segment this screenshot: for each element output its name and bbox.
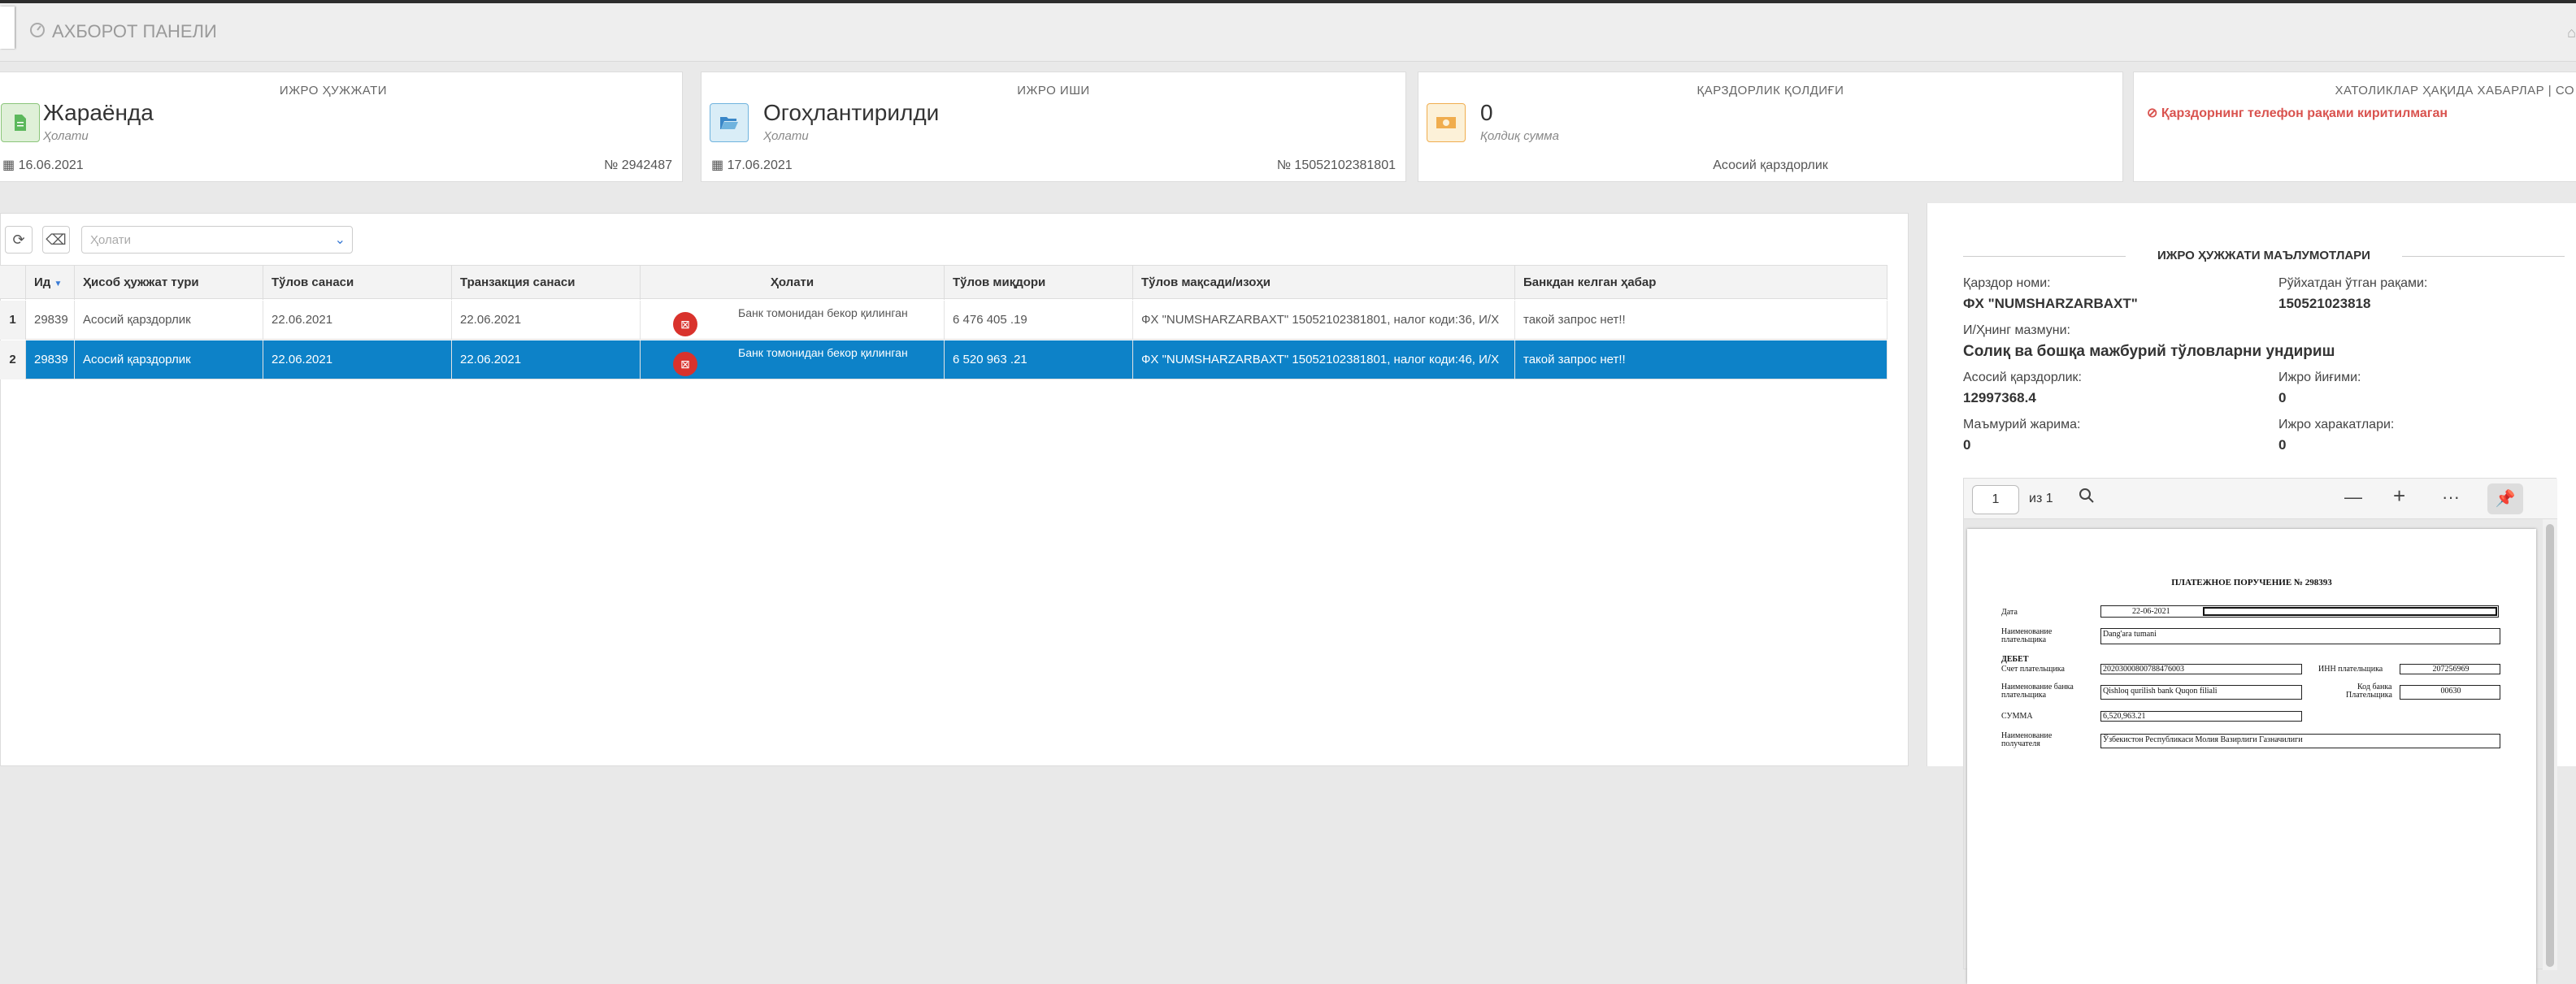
page-title: АХБОРОТ ПАНЕЛИ [29, 21, 217, 42]
dashboard-icon [29, 21, 46, 42]
cancelled-icon: ⊠ [673, 312, 697, 336]
pdf-page: ПЛАТЕЖНОЕ ПОРУЧЕНИЕ № 298393 Дата 22-06-… [1967, 529, 2536, 984]
sort-desc-icon: ▼ [54, 280, 63, 288]
content-value: Солиқ ва бошқа мажбурий тўловларни ундир… [1963, 343, 2335, 360]
card-footer: Асосий қарздорлик [1713, 158, 1828, 172]
fee-value: 0 [2278, 390, 2287, 405]
error-message: ⊘ Қарздорнинг телефон рақами киритилмага… [2147, 106, 2448, 120]
actions-value: 0 [2278, 437, 2287, 453]
content-label: И/Ҳнинг мазмуни: [1963, 323, 2070, 337]
cell-type: Асосий қарздорлик [75, 301, 263, 340]
col-header-type[interactable]: Ҳисоб ҳужжат тури [75, 266, 263, 300]
pin-icon[interactable]: 📌 [2487, 483, 2523, 514]
page-count: из 1 [2029, 492, 2053, 505]
card-value: 0 [1480, 100, 1493, 125]
page-header: АХБОРОТ ПАНЕЛИ ⌂ [0, 3, 2576, 62]
row-number-header [0, 266, 26, 300]
table-header: Ид ▼ Ҳисоб ҳужжат тури Тўлов санаси Тран… [0, 265, 1887, 300]
main-debt-value: 12997368.4 [1963, 390, 2036, 405]
status-filter-select[interactable]: Ҳолати ⌄ [81, 226, 353, 254]
fine-value: 0 [1963, 437, 1971, 453]
cell-id: 29839 [26, 340, 75, 379]
card-subtitle: Ҳолати [763, 129, 809, 143]
cell-bank-msg: такой запрос нет!! [1515, 340, 1887, 379]
card-value: Жараёнда [43, 100, 154, 125]
actions-label: Ижро харакатлари: [2278, 418, 2395, 431]
pdf-title: ПЛАТЕЖНОЕ ПОРУЧЕНИЕ № 298393 [2171, 578, 2332, 587]
card-title: ИЖРО ИШИ [1017, 84, 1090, 98]
reg-number-value: 150521023818 [2278, 296, 2371, 311]
pdf-toolbar: 1 из 1 — + ··· 📌 [1964, 479, 2557, 519]
cell-tr-date: 22.06.2021 [452, 301, 641, 340]
calendar-icon: ▦ [711, 158, 728, 172]
debtor-label: Қарздор номи: [1963, 276, 2051, 290]
cell-bank-msg: такой запрос нет!! [1515, 301, 1887, 340]
row-number: 1 [0, 301, 26, 340]
card-debt: ҚАРЗДОРЛИК ҚОЛДИҒИ 0 Қолдиқ сумма Асосий… [1418, 72, 2123, 182]
card-title: ҚАРЗДОРЛИК ҚОЛДИҒИ [1696, 84, 1844, 98]
cell-type: Асосий қарздорлик [75, 340, 263, 379]
col-header-tr-date[interactable]: Транзакция санаси [452, 266, 641, 300]
card-title: ХАТОЛИКЛАР ҲАҚИДА ХАБАРЛАР | СО [2335, 84, 2574, 98]
col-header-status[interactable]: Ҳолати [641, 266, 945, 300]
ban-icon: ⊘ [2147, 106, 2161, 120]
col-header-amount[interactable]: Тўлов миқдори [945, 266, 1133, 300]
details-section-header: ИЖРО ҲУЖЖАТИ МАЪЛУМОТЛАРИ [1963, 249, 2565, 265]
folder-open-icon [710, 103, 749, 142]
details-panel: ИЖРО ҲУЖЖАТИ МАЪЛУМОТЛАРИ Қарздор номи: … [1927, 203, 2576, 984]
card-subtitle: Қолдиқ сумма [1480, 129, 1559, 143]
cell-amount: 6 476 405 .19 [945, 301, 1133, 340]
table-row[interactable]: 2 29839 Асосий қарздорлик 22.06.2021 22.… [0, 340, 1887, 379]
cell-purpose: ФХ "NUMSHARZARBAXT" 15052102381801, нало… [1133, 301, 1515, 340]
home-icon[interactable]: ⌂ [2567, 24, 2576, 41]
card-date: ▦ 17.06.2021 [711, 158, 793, 172]
sidebar-toggle[interactable] [0, 7, 15, 49]
search-icon[interactable] [2078, 487, 2096, 509]
cell-id: 29839 [26, 301, 75, 340]
main-debt-label: Асосий қарздорлик: [1963, 371, 2082, 384]
card-subtitle: Ҳолати [43, 129, 89, 143]
cell-tr-date: 22.06.2021 [452, 340, 641, 379]
table-row[interactable]: 1 29839 Асосий қарздорлик 22.06.2021 22.… [0, 301, 1887, 340]
calendar-icon: ▦ [2, 158, 19, 172]
more-icon[interactable]: ··· [2442, 487, 2460, 508]
col-header-bank-msg[interactable]: Банкдан келган ҳабар [1515, 266, 1887, 300]
document-icon [1, 103, 40, 142]
zoom-out-icon[interactable]: — [2344, 487, 2362, 508]
row-number: 2 [0, 340, 26, 379]
col-header-id[interactable]: Ид ▼ [26, 266, 75, 300]
card-value: Огоҳлантирилди [763, 100, 940, 125]
pdf-scrollbar[interactable] [2543, 519, 2557, 970]
card-date: ▦ 16.06.2021 [2, 158, 84, 172]
reg-number-label: Рўйхатдан ўтган рақами: [2278, 276, 2428, 290]
cell-pay-date: 22.06.2021 [263, 301, 452, 340]
cell-purpose: ФХ "NUMSHARZARBAXT" 15052102381801, нало… [1133, 340, 1515, 379]
chevron-down-icon: ⌄ [334, 233, 345, 247]
page-number-input[interactable]: 1 [1972, 485, 2019, 514]
cancelled-icon: ⊠ [673, 352, 697, 376]
col-header-pay-date[interactable]: Тўлов санаси [263, 266, 452, 300]
zoom-in-icon[interactable]: + [2393, 483, 2405, 509]
fee-label: Ижро йиғими: [2278, 371, 2361, 384]
card-document: ИЖРО ҲУЖЖАТИ Жараёнда Ҳолати ▦ 16.06.202… [0, 72, 683, 182]
cell-amount: 6 520 963 .21 [945, 340, 1133, 379]
pdf-viewer: 1 из 1 — + ··· 📌 ПЛАТЕЖНОЕ ПОРУЧЕНИЕ № 2… [1963, 478, 2557, 984]
clear-filter-button[interactable]: ⌫ [42, 226, 70, 254]
card-number: № 2942487 [604, 158, 672, 172]
card-title: ИЖРО ҲУЖЖАТИ [279, 84, 388, 98]
money-icon [1427, 103, 1466, 142]
debtor-value: ФХ "NUMSHARZARBAXT" [1963, 296, 2138, 311]
eraser-icon: ⌫ [46, 231, 67, 248]
col-header-purpose[interactable]: Тўлов мақсади/изоҳи [1133, 266, 1515, 300]
card-errors: ХАТОЛИКЛАР ҲАҚИДА ХАБАРЛАР | СО ⊘ Қарздо… [2133, 72, 2576, 182]
card-case: ИЖРО ИШИ Огоҳлантирилди Ҳолати ▦ 17.06.2… [701, 72, 1406, 182]
refresh-button[interactable]: ⟳ [5, 226, 33, 254]
card-number: № 15052102381801 [1276, 158, 1396, 172]
cell-pay-date: 22.06.2021 [263, 340, 452, 379]
refresh-icon: ⟳ [12, 231, 25, 248]
fine-label: Маъмурий жарима: [1963, 418, 2081, 431]
